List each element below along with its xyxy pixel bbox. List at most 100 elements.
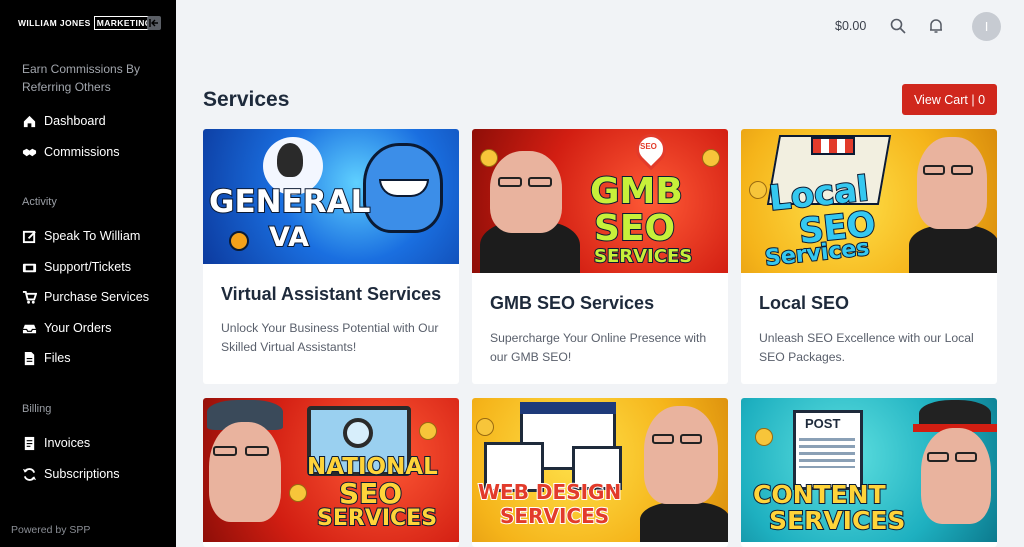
nav-purchase-services[interactable]: Purchase Services xyxy=(22,287,149,307)
emoji-sticker xyxy=(419,422,437,440)
emoji-sticker xyxy=(289,484,307,502)
handshake-icon xyxy=(22,148,37,156)
nav-dashboard[interactable]: Dashboard xyxy=(22,111,106,131)
brand-boxed: MARKETING xyxy=(93,16,155,30)
image-text-line1: GMB xyxy=(589,171,684,212)
nav-label: Purchase Services xyxy=(44,290,149,304)
nav-label: Commissions xyxy=(44,145,120,159)
collapse-sidebar-button[interactable] xyxy=(147,16,161,30)
bell-icon[interactable] xyxy=(928,18,944,34)
view-cart-button[interactable]: View Cart | 0 xyxy=(902,84,997,115)
person-face xyxy=(644,406,718,504)
clock-icon xyxy=(229,231,249,251)
referral-promo[interactable]: Earn Commissions By Referring Others xyxy=(22,61,152,96)
image-text-line2: SERVICES xyxy=(768,506,906,535)
nav-invoices[interactable]: Invoices xyxy=(22,433,90,453)
glasses xyxy=(955,452,977,462)
sidebar: WILLIAM JONES MARKETING Earn Commissions… xyxy=(0,0,176,547)
person-shirt xyxy=(640,502,728,542)
service-card-national-seo[interactable]: NATIONAL SEO SERVICES xyxy=(203,398,459,547)
nav-files[interactable]: Files xyxy=(22,348,71,368)
person-face xyxy=(921,428,991,524)
nav-your-orders[interactable]: Your Orders xyxy=(22,318,111,338)
inbox-icon xyxy=(22,324,37,333)
image-text-line2: VA xyxy=(268,222,310,253)
page-title: Services xyxy=(203,88,290,111)
card-title[interactable]: GMB SEO Services xyxy=(490,293,654,314)
glasses xyxy=(951,165,973,175)
service-card-local-seo[interactable]: Local SEO Services Local SEO Unleash SEO… xyxy=(741,129,997,384)
service-image: SEO GMB SEO SERVICES xyxy=(472,129,728,273)
document-label: POST xyxy=(805,416,841,431)
file-icon xyxy=(24,351,35,365)
nav-commissions[interactable]: Commissions xyxy=(22,142,120,162)
pin-label: SEO xyxy=(640,142,657,151)
person-face xyxy=(490,151,562,233)
refresh-icon xyxy=(22,467,37,481)
service-image: WEB DESIGN SERVICES xyxy=(472,398,728,542)
document-lines xyxy=(799,438,855,468)
image-text-line2: SEO xyxy=(593,208,676,249)
cart-icon xyxy=(22,290,37,304)
image-text-line2: SEO xyxy=(338,477,403,510)
service-card-virtual-assistant[interactable]: GENERAL VA Virtual Assistant Services Un… xyxy=(203,129,459,384)
user-avatar[interactable]: I xyxy=(972,12,1001,41)
service-image: NATIONAL SEO SERVICES xyxy=(203,398,459,542)
emoji-sticker xyxy=(755,428,773,446)
glasses xyxy=(923,165,945,175)
glasses xyxy=(213,446,237,456)
service-image: POST CONTENT SERVICES xyxy=(741,398,997,542)
nav-label: Invoices xyxy=(44,436,91,450)
assistant-figure xyxy=(277,143,303,177)
image-text-line2: SERVICES xyxy=(499,504,610,528)
emoji-sticker xyxy=(702,149,720,167)
card-description: Unleash SEO Excellence with our Local SE… xyxy=(759,331,974,364)
glasses xyxy=(498,177,522,187)
emoji-sticker xyxy=(480,149,498,167)
home-icon xyxy=(23,115,36,127)
image-text-line1: GENERAL xyxy=(208,184,371,220)
card-title[interactable]: Virtual Assistant Services xyxy=(221,284,441,305)
service-card-web-design[interactable]: WEB DESIGN SERVICES xyxy=(472,398,728,547)
nav-label: Support/Tickets xyxy=(44,260,132,274)
magnifier-icon xyxy=(343,418,373,448)
service-image: GENERAL VA xyxy=(203,129,459,264)
image-text-line3: Services xyxy=(763,235,872,273)
service-image: Local SEO Services xyxy=(741,129,997,273)
nav-label: Your Orders xyxy=(44,321,112,335)
nav-speak-to-william[interactable]: Speak To William xyxy=(22,226,140,246)
service-card-gmb-seo[interactable]: SEO GMB SEO SERVICES GMB SEO Services Su… xyxy=(472,129,728,384)
nav-label: Subscriptions xyxy=(44,467,120,481)
arrow-left-icon xyxy=(149,19,158,27)
glasses xyxy=(528,177,552,187)
nav-subscriptions[interactable]: Subscriptions xyxy=(22,464,120,484)
glasses xyxy=(652,434,674,444)
store-awning-icon xyxy=(811,137,855,155)
brand-logo[interactable]: WILLIAM JONES MARKETING xyxy=(18,16,155,30)
powered-by[interactable]: Powered by SPP xyxy=(11,524,90,536)
nav-label: Dashboard xyxy=(44,114,106,128)
card-description: Supercharge Your Online Presence with ou… xyxy=(490,331,707,364)
brand-name: WILLIAM JONES xyxy=(18,18,91,28)
search-icon[interactable] xyxy=(890,18,906,34)
service-card-content[interactable]: POST CONTENT SERVICES xyxy=(741,398,997,547)
glasses xyxy=(245,446,269,456)
emoji-sticker xyxy=(476,418,494,436)
emoji-sticker xyxy=(749,181,767,199)
account-balance[interactable]: $0.00 xyxy=(835,19,866,33)
image-text-line3: SERVICES xyxy=(316,506,438,531)
tickets-icon xyxy=(22,263,37,272)
glasses xyxy=(680,434,702,444)
website-header xyxy=(520,402,616,414)
section-activity: Activity xyxy=(22,196,57,208)
nav-label: Speak To William xyxy=(44,229,141,243)
image-text-line1: WEB DESIGN xyxy=(477,480,622,504)
card-title[interactable]: Local SEO xyxy=(759,293,849,314)
invoice-icon xyxy=(24,436,35,450)
image-text-line1: NATIONAL xyxy=(306,454,439,480)
image-text-line1: CONTENT xyxy=(752,480,887,509)
nav-support-tickets[interactable]: Support/Tickets xyxy=(22,257,131,277)
glasses xyxy=(927,452,949,462)
edit-icon xyxy=(22,230,36,243)
nav-label: Files xyxy=(44,351,71,365)
